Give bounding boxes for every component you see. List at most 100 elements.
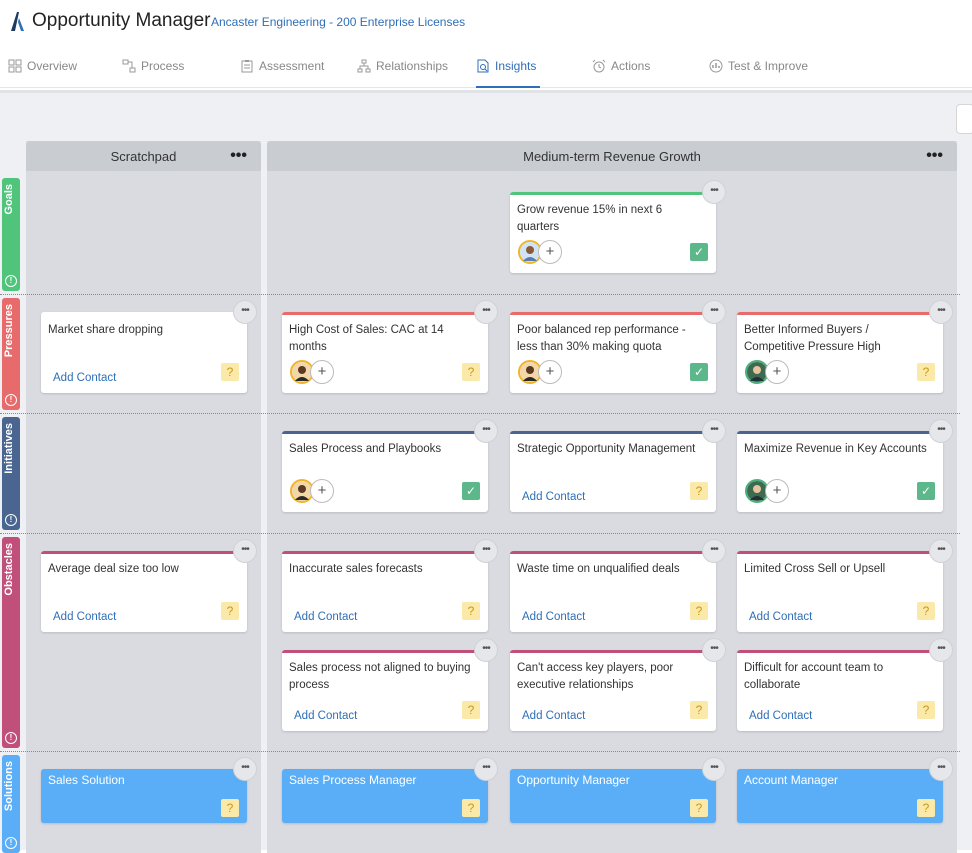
- scratchpad-menu-icon[interactable]: •••: [230, 147, 247, 165]
- tab-process[interactable]: Process: [122, 44, 184, 88]
- info-icon[interactable]: !: [5, 394, 17, 406]
- solution-card[interactable]: Opportunity Manager ? •••: [510, 757, 726, 823]
- row-label-text: Initiatives: [3, 423, 15, 474]
- card-accent-bar: [41, 551, 247, 554]
- pressure-card[interactable]: Market share dropping Add Contact ? •••: [41, 300, 257, 393]
- solution-card[interactable]: Sales Solution ? •••: [41, 757, 257, 823]
- question-icon[interactable]: ?: [221, 602, 239, 620]
- question-icon[interactable]: ?: [462, 363, 480, 381]
- more-options-icon[interactable]: •••: [702, 539, 726, 563]
- initiative-card[interactable]: Sales Process and Playbooks + ✓ •••: [282, 419, 498, 512]
- tab-label: Overview: [27, 59, 78, 73]
- card-title: Account Manager: [744, 773, 839, 787]
- tab-overview[interactable]: Overview: [8, 44, 77, 88]
- account-link[interactable]: Ancaster Engineering - 200 Enterprise Li…: [211, 15, 465, 29]
- add-contact-icon[interactable]: +: [310, 479, 334, 503]
- solution-card[interactable]: Account Manager ? •••: [737, 757, 953, 823]
- card-title: Sales Process Manager: [289, 773, 417, 787]
- pressure-card[interactable]: High Cost of Sales: CAC at 14 months + ?…: [282, 300, 498, 393]
- add-contact-icon[interactable]: +: [310, 360, 334, 384]
- more-options-icon[interactable]: •••: [929, 757, 953, 781]
- tab-actions[interactable]: Actions: [592, 44, 650, 88]
- more-options-icon[interactable]: •••: [929, 419, 953, 443]
- pressure-card[interactable]: Poor balanced rep performance - less tha…: [510, 300, 726, 393]
- question-icon[interactable]: ?: [690, 701, 708, 719]
- check-icon[interactable]: ✓: [690, 363, 708, 381]
- more-options-icon[interactable]: •••: [474, 539, 498, 563]
- obstacle-card[interactable]: Limited Cross Sell or Upsell Add Contact…: [737, 539, 953, 632]
- obstacle-card[interactable]: Difficult for account team to collaborat…: [737, 638, 953, 731]
- question-icon[interactable]: ?: [917, 363, 935, 381]
- more-options-icon[interactable]: •••: [474, 638, 498, 662]
- row-divider: [0, 294, 960, 295]
- question-icon[interactable]: ?: [462, 701, 480, 719]
- obstacle-card[interactable]: Average deal size too low Add Contact ? …: [41, 539, 257, 632]
- info-icon[interactable]: !: [5, 514, 17, 526]
- add-contact-link[interactable]: Add Contact: [294, 611, 357, 623]
- add-contact-icon[interactable]: +: [765, 360, 789, 384]
- more-options-icon[interactable]: •••: [929, 539, 953, 563]
- add-contact-icon[interactable]: +: [765, 479, 789, 503]
- info-icon[interactable]: !: [5, 732, 17, 744]
- add-contact-link[interactable]: Add Contact: [294, 710, 357, 722]
- add-contact-icon[interactable]: +: [538, 360, 562, 384]
- clipboard-icon: [241, 60, 253, 73]
- question-icon[interactable]: ?: [221, 363, 239, 381]
- question-icon[interactable]: ?: [690, 799, 708, 817]
- more-options-icon[interactable]: •••: [474, 300, 498, 324]
- obstacle-card[interactable]: Can't access key players, poor executive…: [510, 638, 726, 731]
- add-contact-link[interactable]: Add Contact: [522, 611, 585, 623]
- check-icon[interactable]: ✓: [690, 243, 708, 261]
- more-options-icon[interactable]: •••: [702, 757, 726, 781]
- tab-label: Insights: [495, 59, 537, 73]
- question-icon[interactable]: ?: [690, 482, 708, 500]
- question-icon[interactable]: ?: [690, 602, 708, 620]
- check-icon[interactable]: ✓: [462, 482, 480, 500]
- tab-relationships[interactable]: Relationships: [357, 44, 448, 88]
- more-options-icon[interactable]: •••: [233, 300, 257, 324]
- card-accent-bar: [510, 192, 716, 195]
- add-contact-icon[interactable]: +: [538, 240, 562, 264]
- more-options-icon[interactable]: •••: [474, 419, 498, 443]
- more-options-icon[interactable]: •••: [233, 539, 257, 563]
- add-contact-link[interactable]: Add Contact: [522, 710, 585, 722]
- more-options-icon[interactable]: •••: [702, 419, 726, 443]
- main-column-menu-icon[interactable]: •••: [926, 147, 943, 165]
- add-contact-link[interactable]: Add Contact: [53, 372, 116, 384]
- more-options-icon[interactable]: •••: [929, 638, 953, 662]
- check-icon[interactable]: ✓: [917, 482, 935, 500]
- card-title: Difficult for account team to collaborat…: [744, 662, 884, 691]
- info-icon[interactable]: !: [5, 837, 17, 849]
- add-contact-link[interactable]: Add Contact: [53, 611, 116, 623]
- card-accent-bar: [282, 551, 488, 554]
- question-icon[interactable]: ?: [462, 799, 480, 817]
- question-icon[interactable]: ?: [917, 602, 935, 620]
- more-options-icon[interactable]: •••: [474, 757, 498, 781]
- question-icon[interactable]: ?: [917, 799, 935, 817]
- obstacle-card[interactable]: Waste time on unqualified deals Add Cont…: [510, 539, 726, 632]
- more-options-icon[interactable]: •••: [233, 757, 257, 781]
- add-contact-link[interactable]: Add Contact: [522, 491, 585, 503]
- goal-card[interactable]: Grow revenue 15% in next 6 quarters + ✓ …: [510, 180, 726, 273]
- row-label-text: Obstacles: [3, 543, 15, 596]
- tab-insights[interactable]: Insights: [476, 44, 541, 88]
- more-options-icon[interactable]: •••: [929, 300, 953, 324]
- initiative-card[interactable]: Strategic Opportunity Management Add Con…: [510, 419, 726, 512]
- tab-test-improve[interactable]: Test & Improve: [709, 44, 808, 88]
- add-contact-link[interactable]: Add Contact: [749, 710, 812, 722]
- more-options-icon[interactable]: •••: [702, 300, 726, 324]
- question-icon[interactable]: ?: [462, 602, 480, 620]
- add-contact-link[interactable]: Add Contact: [749, 611, 812, 623]
- solution-card[interactable]: Sales Process Manager ? •••: [282, 757, 498, 823]
- board-toolbar-button[interactable]: [956, 104, 972, 134]
- more-options-icon[interactable]: •••: [702, 180, 726, 204]
- obstacle-card[interactable]: Inaccurate sales forecasts Add Contact ?…: [282, 539, 498, 632]
- pressure-card[interactable]: Better Informed Buyers / Competitive Pre…: [737, 300, 953, 393]
- initiative-card[interactable]: Maximize Revenue in Key Accounts + ✓ •••: [737, 419, 953, 512]
- more-options-icon[interactable]: •••: [702, 638, 726, 662]
- obstacle-card[interactable]: Sales process not aligned to buying proc…: [282, 638, 498, 731]
- question-icon[interactable]: ?: [221, 799, 239, 817]
- info-icon[interactable]: !: [5, 275, 17, 287]
- tab-assessment[interactable]: Assessment: [240, 44, 324, 88]
- question-icon[interactable]: ?: [917, 701, 935, 719]
